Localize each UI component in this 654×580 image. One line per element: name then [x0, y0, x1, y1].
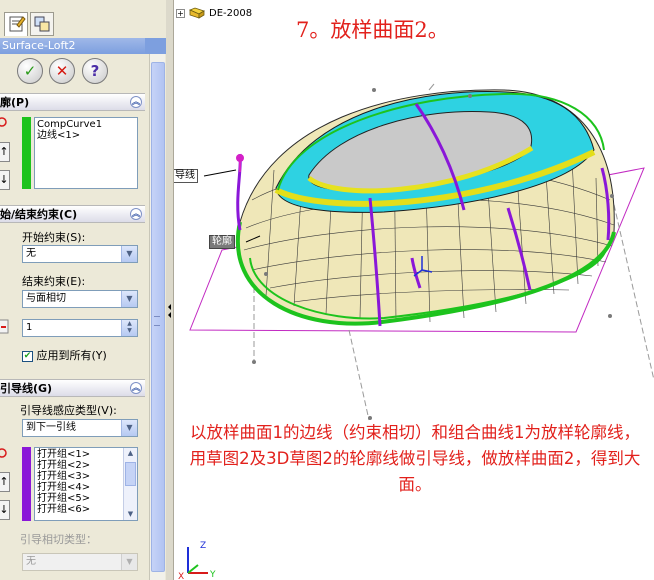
collapse-icon[interactable]: ︽: [130, 96, 142, 108]
property-manager-scrollbar[interactable]: [149, 54, 165, 580]
step-title: 7。放样曲面2。: [296, 18, 449, 42]
guide-list[interactable]: 打开组<1> 打开组<2> 打开组<3> 打开组<4> 打开组<5> 打开组<6…: [34, 447, 138, 521]
list-item[interactable]: 打开组<1>: [37, 449, 135, 460]
start-constraint-label: 开始约束(S):: [22, 231, 86, 244]
spinner-arrows-icon[interactable]: ▲ ▼: [121, 320, 137, 336]
tab-property-manager[interactable]: [4, 12, 28, 36]
apply-all-checkbox[interactable]: ✔: [22, 350, 33, 362]
profile-selection-color: [22, 117, 31, 189]
axis-x-label: X: [178, 572, 184, 580]
list-item[interactable]: 边线<1>: [37, 130, 135, 141]
collapse-icon[interactable]: ︽: [130, 382, 142, 394]
drag-handle-icon[interactable]: [236, 154, 244, 172]
axis-z-label: Z: [200, 541, 206, 551]
chevron-down-icon[interactable]: ▼: [121, 246, 137, 262]
apply-all-row[interactable]: ✔ 应用到所有(Y): [22, 347, 107, 363]
constraints-section-title: 始/结束约束(C): [0, 208, 78, 221]
chevron-down-icon[interactable]: ▼: [121, 291, 137, 307]
move-down-button[interactable]: ↓: [0, 500, 10, 520]
property-manager: Surface-Loft2 ✓ ✕ ? 廓(P) ︽ ↑ ↓ CompCurve…: [0, 0, 169, 580]
guide-tangency-select: 无 ▼: [22, 553, 138, 571]
guides-section-title: 引导线(G): [0, 382, 53, 395]
guides-section-header[interactable]: 引导线(G) ︽: [0, 379, 145, 397]
guide-influence-select[interactable]: 到下一引线 ▼: [22, 419, 138, 437]
profile-icon: [0, 117, 7, 127]
help-button[interactable]: ?: [82, 58, 108, 84]
guide-tangency-value: 无: [26, 556, 36, 567]
profile-list[interactable]: CompCurve1 边线<1>: [34, 117, 138, 189]
guide-curve-icon: [0, 448, 7, 458]
part-name: DE-2008: [209, 8, 253, 19]
part-icon: [189, 7, 205, 19]
feature-title: Surface-Loft2: [0, 38, 145, 54]
list-item[interactable]: 打开组<6>: [37, 504, 135, 515]
expand-icon[interactable]: +: [176, 8, 185, 18]
tangent-length-icon: [0, 319, 9, 334]
profile-callout[interactable]: 轮廓: [209, 235, 235, 249]
scroll-up-icon[interactable]: ▲: [124, 448, 137, 459]
feature-tree-root[interactable]: + DE-2008: [176, 6, 252, 22]
tangent-length-spinner[interactable]: 1 ▲ ▼: [22, 319, 138, 337]
collapse-icon[interactable]: ︽: [130, 208, 142, 220]
tangent-length-value: 1: [26, 322, 33, 333]
splitter-arrows-icon[interactable]: [167, 302, 173, 324]
list-item[interactable]: 打开组<5>: [37, 493, 135, 504]
guide-influence-value: 到下一引线: [26, 422, 76, 433]
cancel-button[interactable]: ✕: [49, 58, 75, 84]
start-constraint-value: 无: [26, 248, 36, 259]
manager-tabs: [0, 0, 168, 38]
grip-icon: [154, 316, 160, 326]
move-up-button[interactable]: ↑: [0, 472, 10, 492]
annotation-description: 以放样曲面1的边线（约束相切）和组合曲线1为放样轮廓线，用草图2及3D草图2的轮…: [189, 423, 641, 494]
list-item[interactable]: 打开组<2>: [37, 460, 135, 471]
chevron-down-icon[interactable]: ▼: [121, 420, 137, 436]
start-constraint-select[interactable]: 无 ▼: [22, 245, 138, 263]
list-scroll-thumb[interactable]: [125, 462, 136, 486]
move-up-button[interactable]: ↑: [0, 142, 10, 162]
end-constraint-value: 与面相切: [26, 293, 66, 304]
list-item[interactable]: CompCurve1: [37, 119, 135, 130]
end-constraint-select[interactable]: 与面相切 ▼: [22, 290, 138, 308]
guide-selection-color: [22, 447, 31, 521]
ok-button[interactable]: ✓: [17, 58, 43, 84]
axis-triad-icon: Z X Y: [178, 541, 216, 580]
scroll-down-icon[interactable]: ▼: [124, 509, 137, 520]
tab-configuration-manager[interactable]: [30, 12, 54, 36]
end-constraint-label: 结束约束(E):: [22, 275, 86, 288]
constraints-section-header[interactable]: 始/结束约束(C) ︽: [0, 205, 145, 223]
move-down-button[interactable]: ↓: [0, 170, 10, 190]
profiles-section-title: 廓(P): [0, 96, 30, 109]
chevron-down-icon: ▼: [121, 554, 137, 570]
graphics-area[interactable]: + DE-2008 7。放样曲面2。 导线 轮廓 以放样曲面1的边线（约束相切）…: [174, 0, 654, 580]
property-manager-icon: [9, 16, 26, 32]
panel-splitter[interactable]: [166, 0, 174, 580]
apply-all-label: 应用到所有(Y): [36, 349, 107, 362]
list-item[interactable]: 打开组<3>: [37, 471, 135, 482]
list-scrollbar[interactable]: ▲ ▼: [123, 448, 137, 520]
guide-tangency-label: 引导相切类型：: [20, 533, 97, 546]
list-item[interactable]: 打开组<4>: [37, 482, 135, 493]
axis-y-label: Y: [209, 570, 216, 580]
guide-callout[interactable]: 导线: [174, 169, 198, 183]
profiles-section-header[interactable]: 廓(P) ︽: [0, 93, 145, 111]
guide-influence-label: 引导线感应类型(V):: [20, 404, 117, 417]
configuration-icon: [34, 16, 50, 32]
